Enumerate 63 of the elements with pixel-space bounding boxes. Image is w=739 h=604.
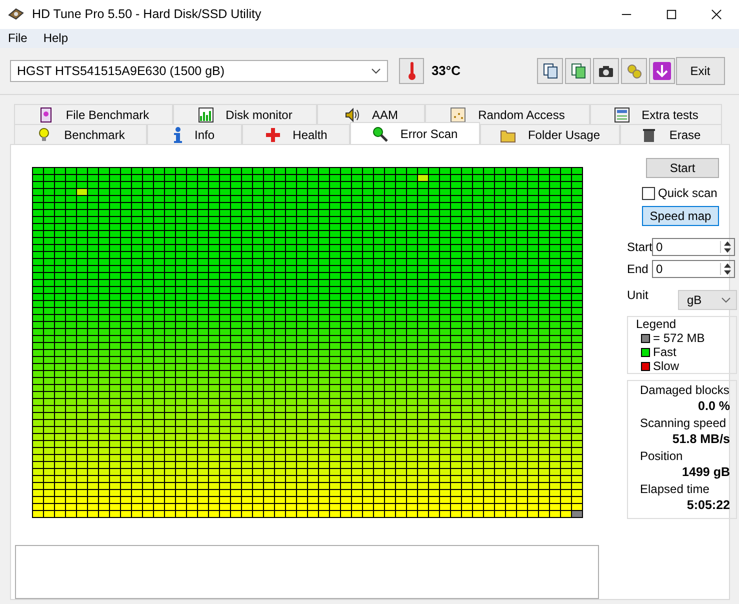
thermometer-button[interactable] — [398, 58, 424, 84]
info-icon — [174, 126, 182, 143]
legend-label: Fast — [653, 345, 676, 360]
stat-value: 0.0 % — [697, 398, 730, 416]
tab[interactable]: Folder Usage — [480, 124, 620, 144]
tab[interactable]: AAM — [317, 104, 425, 124]
unit-select[interactable]: gB — [678, 290, 737, 310]
maximize-icon[interactable] — [666, 8, 677, 20]
camera-icon[interactable] — [592, 58, 618, 84]
spin-up-icon[interactable] — [724, 241, 731, 246]
end-field[interactable]: 0 — [652, 260, 735, 278]
chevron-icon[interactable] — [370, 68, 381, 74]
field-label: Start — [627, 240, 652, 254]
spin-down-icon[interactable] — [724, 270, 731, 276]
tab[interactable]: Info — [147, 124, 242, 144]
copy-icon[interactable] — [536, 58, 562, 84]
menu-item[interactable]: File — [8, 31, 28, 46]
stat-value: 5:05:22 — [686, 497, 730, 514]
exit-button[interactable]: Exit — [676, 56, 725, 85]
copy-icon[interactable] — [564, 58, 590, 84]
tab[interactable]: Benchmark — [14, 124, 147, 144]
tab[interactable]: Erase — [620, 124, 722, 144]
window-title: HD Tune Pro 5.50 - Hard Disk/SSD Utility — [32, 7, 262, 22]
speed-map-button[interactable]: Speed map — [642, 206, 719, 226]
search-icon — [372, 126, 388, 142]
start-button[interactable]: Start — [646, 158, 719, 178]
chevron-icon[interactable] — [721, 297, 731, 304]
tab[interactable]: Health — [242, 124, 350, 144]
calculator-icon — [614, 106, 630, 123]
gear-icon[interactable] — [620, 58, 646, 84]
cross-icon — [264, 126, 281, 143]
checkbox-label: Quick scan — [658, 186, 718, 200]
field-label: Unit — [627, 288, 650, 302]
field-label: End — [627, 262, 650, 276]
tab[interactable]: Error Scan — [350, 122, 480, 144]
stat-value: 51.8 MB/s — [671, 431, 730, 448]
tab[interactable]: Random Access — [425, 104, 590, 124]
stat-label: Position — [640, 449, 684, 464]
document-icon — [38, 106, 54, 123]
spin-up-icon[interactable] — [724, 263, 731, 268]
drive-select[interactable]: HGST HTS541515A9E630 (1500 gB) — [10, 60, 388, 82]
stat-label: Damaged blocks — [640, 383, 730, 398]
checkbox[interactable] — [642, 186, 655, 200]
start-field[interactable]: 0 — [652, 238, 735, 256]
legend-title: Legend — [636, 317, 676, 332]
trash-icon — [641, 126, 658, 143]
menu-item[interactable]: Help — [43, 31, 68, 46]
bar-chart-icon — [198, 106, 214, 123]
tab[interactable]: Disk monitor — [173, 104, 317, 124]
spin-down-icon[interactable] — [724, 248, 731, 254]
speaker-icon — [344, 106, 360, 123]
scatter-icon — [450, 106, 466, 123]
thermometer-icon — [406, 60, 417, 81]
stat-label: Elapsed time — [640, 482, 710, 498]
legend-label: = 572 MB — [653, 331, 705, 346]
stat-value: 1499 gB — [681, 464, 730, 482]
close-icon[interactable] — [711, 8, 722, 20]
stat-label: Scanning speed — [640, 416, 728, 432]
tab[interactable]: File Benchmark — [14, 104, 173, 124]
temperature: 33°C — [431, 63, 460, 78]
download-icon[interactable] — [648, 58, 674, 84]
legend-label: Slow — [653, 359, 680, 374]
tab[interactable]: Extra tests — [590, 104, 722, 124]
